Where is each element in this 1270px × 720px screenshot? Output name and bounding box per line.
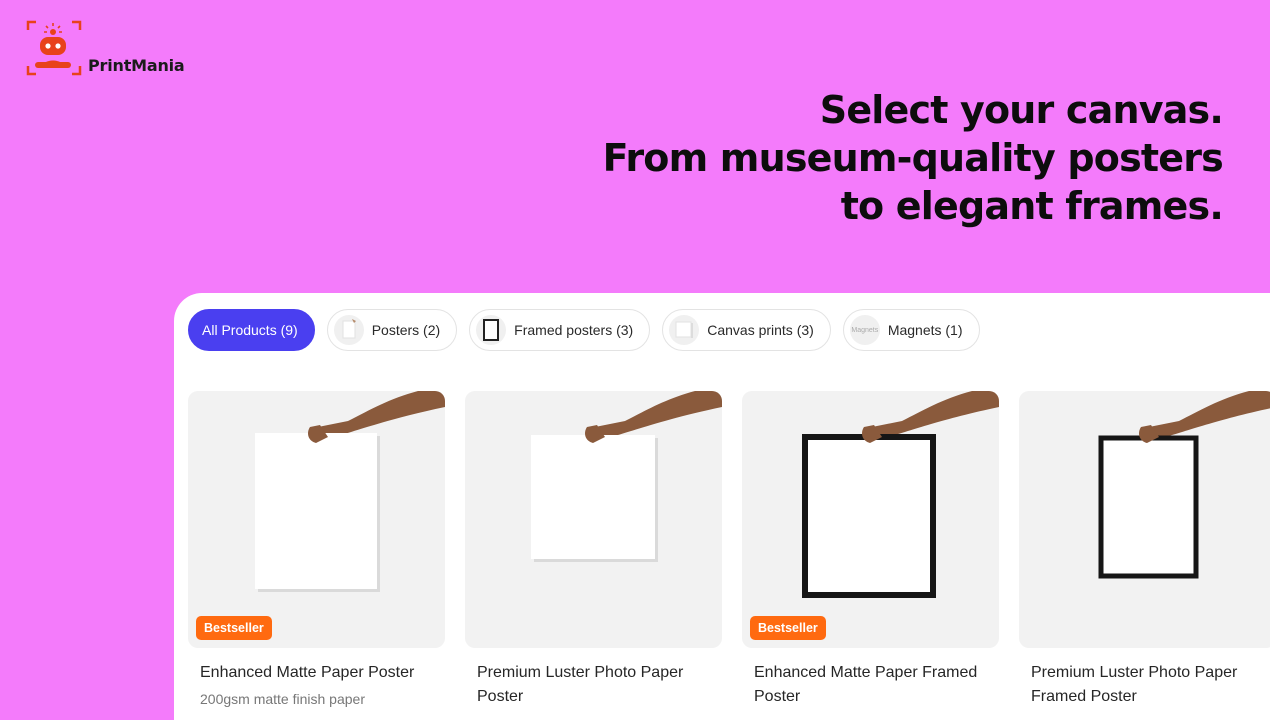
robot-logo-icon: [26, 20, 82, 76]
product-title: Enhanced Matte Paper Poster: [200, 664, 415, 681]
poster-thumbnail-icon: [333, 315, 364, 345]
headline-line-2: From museum-quality posters: [602, 136, 1224, 180]
headline-line-1: Select your canvas.: [819, 88, 1224, 132]
brand-logo[interactable]: PrintMania: [26, 20, 185, 76]
tab-canvas-prints[interactable]: Canvas prints (3): [662, 309, 831, 351]
bestseller-badge: Bestseller: [196, 616, 272, 640]
product-image: [1019, 391, 1270, 648]
canvas-thumbnail-icon: [669, 315, 700, 345]
category-filter-tabs: All Products (9) Posters (2) Framed post…: [188, 309, 980, 351]
headline-line-3: to elegant frames.: [840, 184, 1224, 228]
hand-holding-framed-poster-image: [1098, 391, 1270, 579]
bestseller-badge: Bestseller: [750, 616, 826, 640]
product-image: Bestseller: [188, 391, 445, 648]
tab-label: Magnets (1): [887, 322, 963, 338]
hand-holding-poster-image: [531, 391, 722, 562]
product-card[interactable]: Bestseller Enhanced Matte Paper Framed P…: [742, 391, 999, 709]
product-title: Premium Luster Photo Paper Framed Poster: [1031, 664, 1238, 705]
tab-label: All Products (9): [202, 322, 298, 338]
product-grid: Bestseller Enhanced Matte Paper Poster 2…: [188, 391, 1270, 709]
product-image: Bestseller: [742, 391, 999, 648]
framed-poster-thumbnail-icon: [476, 315, 507, 345]
product-card[interactable]: Premium Luster Photo Paper Poster: [465, 391, 722, 709]
product-card[interactable]: Premium Luster Photo Paper Framed Poster: [1019, 391, 1270, 709]
product-title: Premium Luster Photo Paper Poster: [477, 664, 684, 705]
tab-magnets[interactable]: Magnets Magnets (1): [842, 309, 980, 351]
tab-label: Canvas prints (3): [707, 322, 814, 338]
tab-label: Framed posters (3): [514, 322, 634, 338]
product-title: Enhanced Matte Paper Framed Poster: [754, 664, 978, 705]
tab-label: Posters (2): [371, 322, 441, 338]
product-image: [465, 391, 722, 648]
hand-holding-framed-poster-image: [802, 391, 999, 598]
tab-posters[interactable]: Posters (2): [326, 309, 458, 351]
product-catalog-panel: All Products (9) Posters (2) Framed post…: [174, 293, 1270, 720]
hero-headline: Select your canvas. From museum-quality …: [602, 86, 1224, 230]
brand-name: PrintMania: [88, 56, 185, 75]
tab-all-products[interactable]: All Products (9): [188, 309, 315, 351]
magnet-thumbnail-icon: Magnets: [849, 315, 880, 345]
tab-framed-posters[interactable]: Framed posters (3): [469, 309, 651, 351]
hand-holding-poster-image: [255, 391, 445, 592]
product-card[interactable]: Bestseller Enhanced Matte Paper Poster 2…: [188, 391, 445, 709]
magnet-thumbnail-text: Magnets: [851, 326, 879, 334]
product-subtitle: 200gsm matte finish paper: [200, 691, 365, 707]
